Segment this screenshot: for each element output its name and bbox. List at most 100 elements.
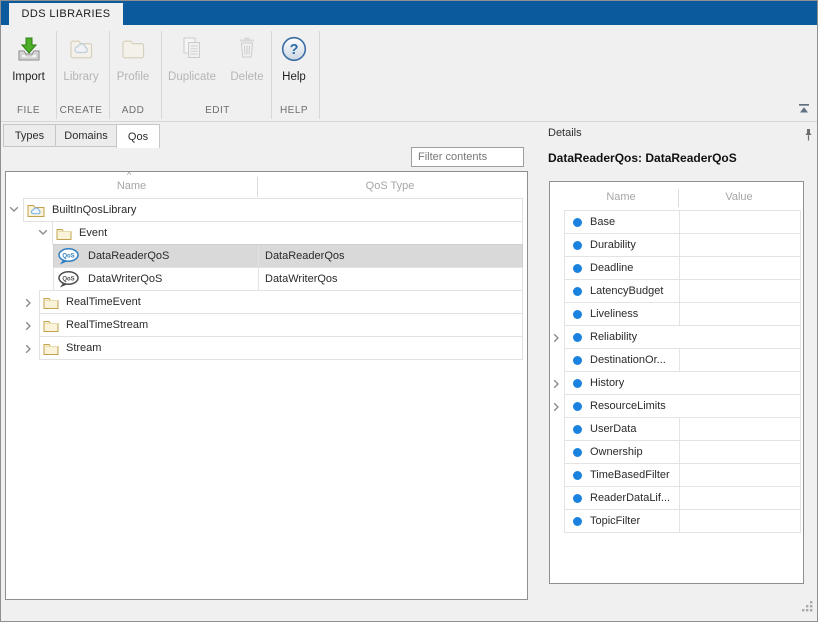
property-name: Reliability bbox=[590, 331, 637, 343]
column-divider bbox=[679, 303, 680, 325]
details-row-durability[interactable]: Durability bbox=[550, 233, 803, 257]
property-name: TopicFilter bbox=[590, 515, 640, 527]
delete-icon bbox=[233, 31, 261, 67]
column-divider bbox=[258, 245, 259, 267]
details-row-history[interactable]: History bbox=[550, 371, 803, 395]
library-button[interactable]: Library bbox=[59, 31, 103, 103]
details-row-liveliness[interactable]: Liveliness bbox=[550, 302, 803, 326]
property-name: Liveliness bbox=[590, 308, 638, 320]
tree-row-event[interactable]: Event bbox=[6, 221, 527, 245]
tree-row-datareaderqos[interactable]: QoSDataReaderQoSDataReaderQos bbox=[6, 244, 527, 268]
section-divider bbox=[161, 31, 162, 119]
property-dot-icon bbox=[573, 494, 582, 503]
details-row-timebasedfilter[interactable]: TimeBasedFilter bbox=[550, 463, 803, 487]
details-row-destinationor[interactable]: DestinationOr... bbox=[550, 348, 803, 372]
tree-item-label: Event bbox=[79, 227, 107, 239]
filter-input[interactable] bbox=[411, 147, 524, 167]
column-divider bbox=[679, 418, 680, 440]
tree-row-stream[interactable]: Stream bbox=[6, 336, 527, 360]
import-button[interactable]: Import bbox=[7, 31, 50, 103]
section-divider bbox=[319, 31, 320, 119]
pin-details-button[interactable] bbox=[801, 127, 815, 143]
tab-types[interactable]: Types bbox=[3, 124, 56, 147]
tree-row-datawriterqos[interactable]: QoSDataWriterQoSDataWriterQos bbox=[6, 267, 527, 291]
property-name: DestinationOr... bbox=[590, 354, 666, 366]
collapse-toolstrip-icon bbox=[797, 103, 811, 115]
property-dot-icon bbox=[573, 241, 582, 250]
details-column-name: Name bbox=[564, 191, 678, 203]
tab-dds-libraries[interactable]: DDS LIBRARIES bbox=[9, 3, 123, 25]
tree-item-label: DataReaderQoS bbox=[88, 250, 169, 262]
chevron-right-icon[interactable] bbox=[553, 379, 560, 389]
tree-item-label: RealTimeStream bbox=[66, 319, 148, 331]
chevron-right-icon[interactable] bbox=[25, 298, 37, 308]
property-name: UserData bbox=[590, 423, 636, 435]
section-label-help: HELP bbox=[272, 105, 316, 116]
property-dot-icon bbox=[573, 287, 582, 296]
column-divider bbox=[679, 510, 680, 532]
details-rows: Base Durability Deadline LatencyBudget Livel… bbox=[550, 210, 803, 583]
property-name: History bbox=[590, 377, 624, 389]
qos-tree-panel: ^ Name QoS Type BuiltInQosLibrary Event Qo… bbox=[5, 171, 528, 600]
chevron-right-icon[interactable] bbox=[25, 344, 37, 354]
details-row-ownership[interactable]: Ownership bbox=[550, 440, 803, 464]
details-row-topicfilter[interactable]: TopicFilter bbox=[550, 509, 803, 533]
details-row-latencybudget[interactable]: LatencyBudget bbox=[550, 279, 803, 303]
chevron-down-icon[interactable] bbox=[38, 229, 50, 236]
profile-button[interactable]: Profile bbox=[111, 31, 155, 103]
chevron-down-icon[interactable] bbox=[9, 206, 21, 213]
chevron-right-icon[interactable] bbox=[553, 333, 560, 343]
import-icon bbox=[15, 31, 43, 67]
duplicate-button-label: Duplicate bbox=[168, 71, 216, 83]
ribbon-toolbar: Import Library Profile bbox=[1, 25, 817, 122]
tree-row-builtinqoslibrary[interactable]: BuiltInQosLibrary bbox=[6, 198, 527, 222]
profile-button-label: Profile bbox=[117, 71, 150, 83]
details-row-readerdatalif[interactable]: ReaderDataLif... bbox=[550, 486, 803, 510]
help-button-label: Help bbox=[282, 71, 306, 83]
property-name: LatencyBudget bbox=[590, 285, 663, 297]
qos-reader-icon: QoS bbox=[57, 248, 81, 265]
column-divider bbox=[679, 234, 680, 256]
tree-header: ^ Name QoS Type bbox=[6, 172, 527, 198]
property-name: Durability bbox=[590, 239, 636, 251]
library-icon bbox=[67, 31, 95, 67]
details-panel-title: Details bbox=[548, 127, 582, 139]
property-name: ReaderDataLif... bbox=[590, 492, 670, 504]
column-divider bbox=[679, 349, 680, 371]
help-button[interactable]: ? Help bbox=[272, 31, 316, 103]
help-icon: ? bbox=[280, 31, 308, 67]
tree-item-label: BuiltInQosLibrary bbox=[52, 204, 136, 216]
property-name: ResourceLimits bbox=[590, 400, 666, 412]
column-divider bbox=[678, 189, 679, 207]
tree-column-qos-type[interactable]: QoS Type bbox=[257, 180, 523, 192]
dds-dictionary-window: DDS LIBRARIES Import Library bbox=[0, 0, 818, 622]
section-label-add: ADD bbox=[111, 105, 155, 116]
tree-row-realtimestream[interactable]: RealTimeStream bbox=[6, 313, 527, 337]
section-label-edit: EDIT bbox=[163, 105, 272, 116]
property-dot-icon bbox=[573, 333, 582, 342]
tree-row-realtimeevent[interactable]: RealTimeEvent bbox=[6, 290, 527, 314]
chevron-right-icon[interactable] bbox=[553, 402, 560, 412]
tab-domains[interactable]: Domains bbox=[55, 124, 117, 147]
chevron-right-icon[interactable] bbox=[25, 321, 37, 331]
resize-grip[interactable] bbox=[801, 599, 813, 617]
details-row-base[interactable]: Base bbox=[550, 210, 803, 234]
duplicate-button[interactable]: Duplicate bbox=[163, 31, 221, 103]
column-divider bbox=[679, 464, 680, 486]
tree-column-name[interactable]: Name bbox=[6, 180, 257, 192]
qos-writer-icon: QoS bbox=[57, 271, 81, 288]
resize-grip-icon bbox=[801, 600, 813, 612]
delete-button[interactable]: Delete bbox=[222, 31, 272, 103]
column-divider bbox=[258, 268, 259, 290]
details-row-resourcelimits[interactable]: ResourceLimits bbox=[550, 394, 803, 418]
details-row-reliability[interactable]: Reliability bbox=[550, 325, 803, 349]
details-row-userdata[interactable]: UserData bbox=[550, 417, 803, 441]
details-heading: DataReaderQos: DataReaderQoS bbox=[548, 151, 737, 165]
column-divider bbox=[679, 441, 680, 463]
collapse-toolstrip-button[interactable] bbox=[795, 102, 813, 116]
details-row-deadline[interactable]: Deadline bbox=[550, 256, 803, 280]
column-divider bbox=[679, 211, 680, 233]
tab-qos[interactable]: Qos bbox=[116, 124, 160, 148]
qos-type-value: DataWriterQos bbox=[265, 273, 338, 285]
property-dot-icon bbox=[573, 471, 582, 480]
